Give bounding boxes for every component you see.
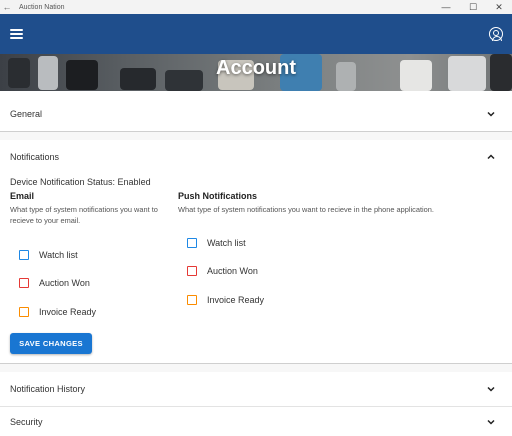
checkbox[interactable]	[19, 250, 29, 260]
checkbox[interactable]	[187, 266, 197, 276]
close-button[interactable]: ✕	[486, 0, 512, 14]
checkbox-label: Auction Won	[39, 278, 90, 288]
checkbox[interactable]	[19, 278, 29, 288]
maximize-button[interactable]: ☐	[460, 0, 486, 14]
checkbox-label: Auction Won	[207, 266, 258, 276]
checkbox[interactable]	[187, 295, 197, 305]
hamburger-icon[interactable]	[10, 29, 23, 39]
push-heading: Push Notifications	[178, 191, 258, 201]
email-option-watch-list[interactable]: Watch list	[19, 250, 78, 260]
checkbox-label: Watch list	[39, 250, 78, 260]
section-notifications-label: Notifications	[10, 152, 60, 162]
window-title: Auction Nation	[19, 3, 65, 11]
chevron-down-icon[interactable]	[486, 384, 496, 394]
section-gap	[0, 364, 512, 372]
app-bar	[0, 14, 512, 54]
chevron-down-icon[interactable]	[486, 109, 496, 119]
push-option-auction-won[interactable]: Auction Won	[187, 266, 258, 276]
minimize-button[interactable]: —	[433, 0, 459, 14]
section-notifications[interactable]: Notifications	[0, 141, 512, 173]
back-arrow-icon[interactable]: ←	[0, 2, 14, 12]
save-changes-button[interactable]: SAVE CHANGES	[10, 333, 92, 354]
email-heading: Email	[10, 191, 35, 201]
section-security-label: Security	[10, 416, 43, 427]
push-option-invoice-ready[interactable]: Invoice Ready	[187, 295, 264, 305]
checkbox[interactable]	[19, 307, 29, 317]
account-circle-icon[interactable]	[489, 27, 503, 41]
section-security[interactable]: Security	[0, 407, 512, 436]
push-description: What type of system notifications you wa…	[178, 205, 434, 214]
email-option-invoice-ready[interactable]: Invoice Ready	[19, 307, 96, 317]
chevron-down-icon[interactable]	[486, 417, 496, 427]
email-option-auction-won[interactable]: Auction Won	[19, 278, 90, 288]
section-general-label: General	[10, 109, 43, 119]
checkbox-label: Invoice Ready	[39, 307, 97, 317]
window-titlebar: ← Auction Nation — ☐ ✕	[0, 0, 512, 14]
section-gap	[0, 132, 512, 140]
section-notification-history[interactable]: Notification History	[0, 372, 512, 406]
email-description: What type of system notifications you wa…	[10, 205, 158, 225]
section-notification-history-label: Notification History	[10, 384, 86, 394]
checkbox-label: Invoice Ready	[207, 295, 265, 305]
section-general[interactable]: General	[0, 97, 512, 131]
push-option-watch-list[interactable]: Watch list	[187, 238, 246, 248]
checkbox[interactable]	[187, 238, 197, 248]
notification-status: Device Notification Status: Enabled	[10, 177, 151, 187]
checkbox-label: Watch list	[207, 238, 246, 248]
chevron-up-icon[interactable]	[486, 152, 496, 162]
page-title: Account	[216, 57, 296, 79]
header-banner: Account	[0, 54, 512, 91]
